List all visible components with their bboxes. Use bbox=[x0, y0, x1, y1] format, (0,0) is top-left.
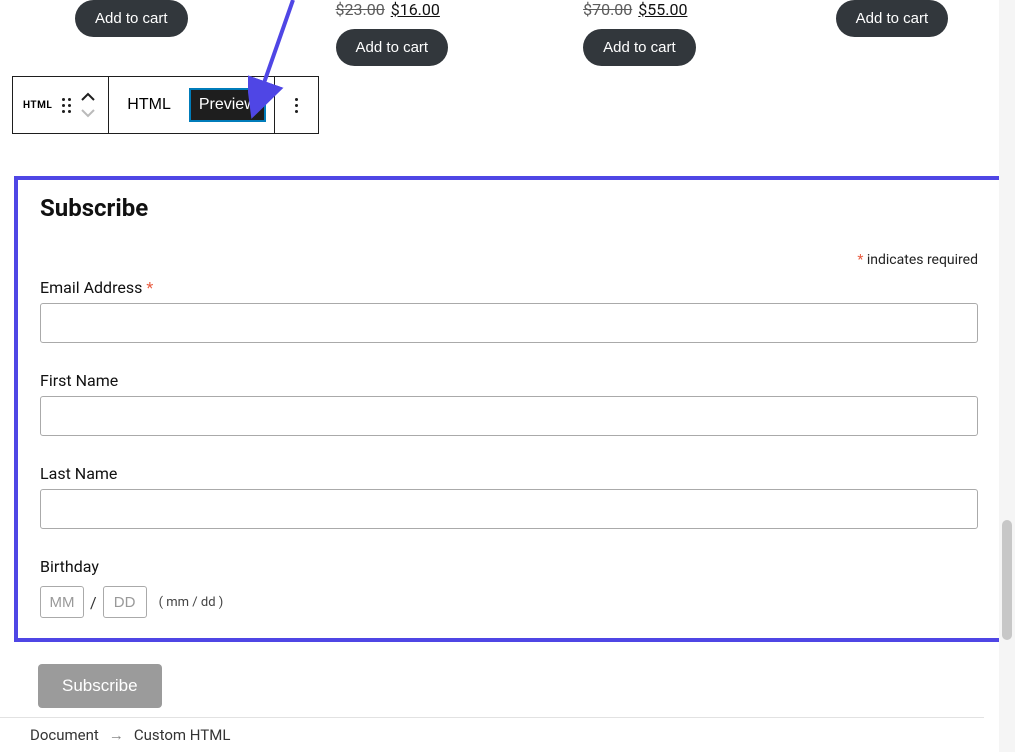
asterisk-icon: * bbox=[146, 278, 153, 297]
product-price: $70.00 $55.00 bbox=[583, 0, 687, 19]
add-to-cart-button[interactable]: Add to cart bbox=[583, 29, 696, 66]
price-new: $55.00 bbox=[638, 0, 687, 19]
last-name-field[interactable] bbox=[40, 489, 978, 529]
price-new: $16.00 bbox=[391, 0, 440, 19]
add-to-cart-button[interactable]: Add to cart bbox=[75, 0, 188, 37]
product-price: $23.00 $16.00 bbox=[336, 0, 440, 19]
asterisk-icon: * bbox=[857, 252, 863, 268]
block-toolbar: HTML HTML Preview bbox=[12, 76, 319, 134]
subscribe-form-highlight: Subscribe * indicates required Email Add… bbox=[14, 176, 1004, 642]
birthday-separator: / bbox=[90, 593, 97, 612]
email-label: Email Address * bbox=[40, 278, 978, 297]
tab-preview[interactable]: Preview bbox=[189, 88, 266, 122]
toolbar-segment-tabs: HTML Preview bbox=[109, 77, 274, 133]
breadcrumb-current[interactable]: Custom HTML bbox=[134, 726, 231, 744]
price-old: $23.00 bbox=[336, 0, 385, 19]
birthday-month-field[interactable] bbox=[40, 586, 84, 618]
toolbar-segment-block: HTML bbox=[13, 77, 109, 133]
required-indicator-note: * indicates required bbox=[40, 252, 978, 268]
required-note-text: indicates required bbox=[867, 252, 978, 268]
birthday-label: Birthday bbox=[40, 557, 978, 576]
email-field[interactable] bbox=[40, 303, 978, 343]
birthday-hint: ( mm / dd ) bbox=[159, 595, 224, 610]
tab-html[interactable]: HTML bbox=[117, 88, 181, 122]
breadcrumb-root[interactable]: Document bbox=[30, 726, 99, 744]
last-name-label: Last Name bbox=[40, 464, 978, 483]
birthday-day-field[interactable] bbox=[103, 586, 147, 618]
product-row: Add to cart $23.00 $16.00 Add to cart $7… bbox=[0, 0, 1018, 66]
birthday-row: / ( mm / dd ) bbox=[40, 586, 978, 618]
first-name-label: First Name bbox=[40, 371, 978, 390]
product-card: $23.00 $16.00 Add to cart bbox=[336, 0, 449, 66]
breadcrumb-separator-icon: → bbox=[109, 726, 124, 744]
block-type-label: HTML bbox=[23, 100, 52, 111]
add-to-cart-button[interactable]: Add to cart bbox=[836, 0, 949, 37]
drag-handle-icon[interactable] bbox=[60, 96, 72, 114]
more-options-icon[interactable] bbox=[295, 98, 298, 113]
chevron-down-icon[interactable] bbox=[78, 105, 98, 121]
product-card: $70.00 $55.00 Add to cart bbox=[583, 0, 696, 66]
scrollbar-thumb[interactable] bbox=[1002, 520, 1012, 640]
toolbar-segment-more bbox=[275, 77, 318, 133]
add-to-cart-button[interactable]: Add to cart bbox=[336, 29, 449, 66]
product-card: Add to cart bbox=[75, 0, 188, 66]
block-mover bbox=[78, 89, 98, 121]
product-card: Add to cart bbox=[836, 0, 949, 66]
first-name-field[interactable] bbox=[40, 396, 978, 436]
breadcrumb: Document → Custom HTML bbox=[0, 717, 984, 752]
subscribe-title: Subscribe bbox=[40, 194, 978, 222]
chevron-up-icon[interactable] bbox=[78, 89, 98, 105]
price-old: $70.00 bbox=[583, 0, 632, 19]
subscribe-button[interactable]: Subscribe bbox=[38, 664, 162, 708]
